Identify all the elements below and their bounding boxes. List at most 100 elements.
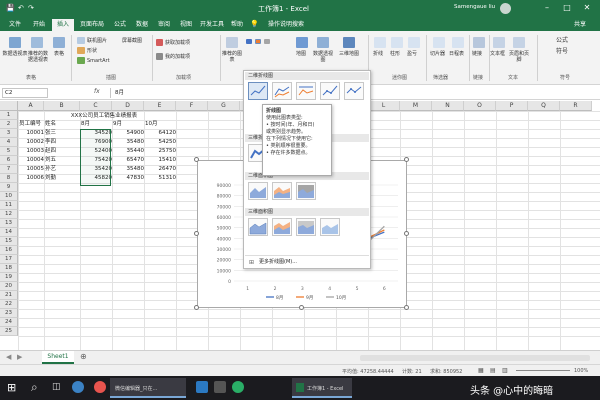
next-sheet-icon[interactable]: ▶	[17, 353, 22, 361]
chart-type-line-markers[interactable]	[320, 82, 340, 100]
pie-chart-icon[interactable]	[264, 39, 270, 44]
sparkline-column-button[interactable]: 柱形	[390, 51, 400, 57]
chart-type-stacked-area[interactable]	[272, 182, 292, 200]
column-header-D[interactable]: D	[112, 101, 144, 111]
recommended-pivot-button[interactable]: 推荐的数据透视表	[26, 51, 50, 63]
cell[interactable]: 10004	[19, 156, 45, 165]
task-view-icon[interactable]: ◫	[52, 382, 61, 392]
column-header-E[interactable]: E	[144, 101, 176, 111]
resize-handle[interactable]	[404, 157, 409, 162]
row-header-24[interactable]: 24	[0, 318, 18, 327]
share-button[interactable]: 共享	[566, 19, 594, 31]
undo-icon[interactable]: ↶	[18, 4, 24, 12]
smartart-button[interactable]: SmartArt	[87, 58, 110, 64]
page-break-view-icon[interactable]: ▥	[502, 367, 508, 374]
recommended-charts-button[interactable]: 推荐的图表	[221, 51, 243, 63]
cell[interactable]: 54900	[113, 129, 145, 138]
chart-type-3d-stacked-area[interactable]	[272, 218, 292, 236]
tab-file[interactable]: 文件	[4, 19, 26, 31]
cell[interactable]: 10005	[19, 165, 45, 174]
close-icon[interactable]: ✕	[580, 2, 594, 14]
search-icon[interactable]: ⌕	[31, 380, 38, 395]
chart-type-area[interactable]	[248, 182, 268, 200]
cell[interactable]: 35440	[113, 147, 145, 156]
my-addins-button[interactable]: 我的加载项	[165, 54, 190, 60]
row-header-23[interactable]: 23	[0, 309, 18, 318]
column-header-R[interactable]: R	[560, 101, 592, 111]
edge-icon[interactable]	[72, 381, 84, 393]
horizontal-scrollbar[interactable]	[360, 355, 590, 361]
browser-icon[interactable]	[94, 381, 106, 393]
column-header-O[interactable]: O	[464, 101, 496, 111]
resize-handle[interactable]	[404, 305, 409, 310]
prev-sheet-icon[interactable]: ◀	[6, 353, 11, 361]
cell[interactable]: 10003	[19, 147, 45, 156]
sparkline-winloss-button[interactable]: 盈亏	[407, 51, 417, 57]
app-icon[interactable]	[196, 381, 208, 393]
cell[interactable]: 李四	[45, 138, 80, 147]
select-all-corner[interactable]	[0, 101, 18, 111]
map-button[interactable]: 地图	[296, 51, 306, 57]
row-header-11[interactable]: 11	[0, 201, 18, 210]
page-layout-view-icon[interactable]: ▤	[490, 367, 496, 374]
resize-handle[interactable]	[194, 231, 199, 236]
row-header-21[interactable]: 21	[0, 291, 18, 300]
row-header-6[interactable]: 6	[0, 156, 18, 165]
name-box[interactable]: C2	[2, 88, 48, 98]
chart-type-3d-area[interactable]	[248, 218, 268, 236]
chart-type-stacked-line-markers[interactable]	[344, 82, 364, 100]
tab-help[interactable]: 帮助	[228, 19, 246, 31]
cell[interactable]: 10月	[145, 120, 176, 129]
row-header-9[interactable]: 9	[0, 183, 18, 192]
minimize-icon[interactable]: –	[540, 2, 554, 14]
link-button[interactable]: 链接	[472, 51, 482, 57]
cell[interactable]: 员工编号	[19, 120, 44, 129]
cell[interactable]: 51310	[145, 174, 177, 183]
row-header-14[interactable]: 14	[0, 228, 18, 237]
cell[interactable]: 刘勤	[45, 174, 80, 183]
column-header-B[interactable]: B	[44, 101, 80, 111]
app-icon[interactable]	[214, 381, 226, 393]
resize-handle[interactable]	[404, 231, 409, 236]
row-header-16[interactable]: 16	[0, 246, 18, 255]
row-header-4[interactable]: 4	[0, 138, 18, 147]
add-sheet-icon[interactable]: ⊕	[80, 352, 87, 361]
row-header-18[interactable]: 18	[0, 264, 18, 273]
user-name[interactable]: Samengaue liu	[454, 4, 495, 10]
column-header-P[interactable]: P	[496, 101, 528, 111]
tab-formulas[interactable]: 公式	[110, 19, 130, 31]
row-header-2[interactable]: 2	[0, 120, 18, 129]
cell[interactable]: 25750	[145, 147, 177, 156]
zoom-slider[interactable]	[516, 370, 570, 371]
row-header-5[interactable]: 5	[0, 147, 18, 156]
redo-icon[interactable]: ↷	[28, 4, 34, 12]
3d-map-button[interactable]: 三维地图	[337, 51, 361, 57]
cell[interactable]: 刘五	[45, 156, 80, 165]
cell[interactable]: 姓名	[45, 120, 80, 129]
shapes-button[interactable]: 形状	[87, 48, 97, 54]
column-header-Q[interactable]: Q	[528, 101, 560, 111]
wechat-icon[interactable]	[232, 381, 244, 393]
more-line-charts-link[interactable]: 更多折线图(M)...	[259, 259, 297, 266]
row-header-20[interactable]: 20	[0, 282, 18, 291]
equation-button[interactable]: 公式	[556, 38, 568, 44]
cell[interactable]: 35480	[113, 165, 145, 174]
resize-handle[interactable]	[194, 157, 199, 162]
tab-review[interactable]: 审阅	[154, 19, 174, 31]
row-header-17[interactable]: 17	[0, 255, 18, 264]
fx-icon[interactable]: fx	[94, 88, 100, 95]
column-header-M[interactable]: M	[400, 101, 432, 111]
pivot-table-button[interactable]: 数据透视表	[1, 51, 29, 57]
table-button[interactable]: 表格	[50, 51, 68, 57]
chart-type-100-stacked-line[interactable]	[296, 82, 316, 100]
column-header-C[interactable]: C	[80, 101, 112, 111]
normal-view-icon[interactable]: ▦	[478, 367, 484, 374]
column-header-G[interactable]: G	[208, 101, 240, 111]
get-addins-button[interactable]: 获取加载项	[165, 40, 190, 46]
header-footer-button[interactable]: 页眉和页脚	[507, 51, 531, 63]
chart-type-3d-area-depth[interactable]	[320, 218, 340, 236]
sparkline-line-button[interactable]: 折线	[373, 51, 383, 57]
tab-page-layout[interactable]: 页面布局	[76, 19, 108, 31]
chart-type-100-stacked-area[interactable]	[296, 182, 316, 200]
row-header-15[interactable]: 15	[0, 237, 18, 246]
